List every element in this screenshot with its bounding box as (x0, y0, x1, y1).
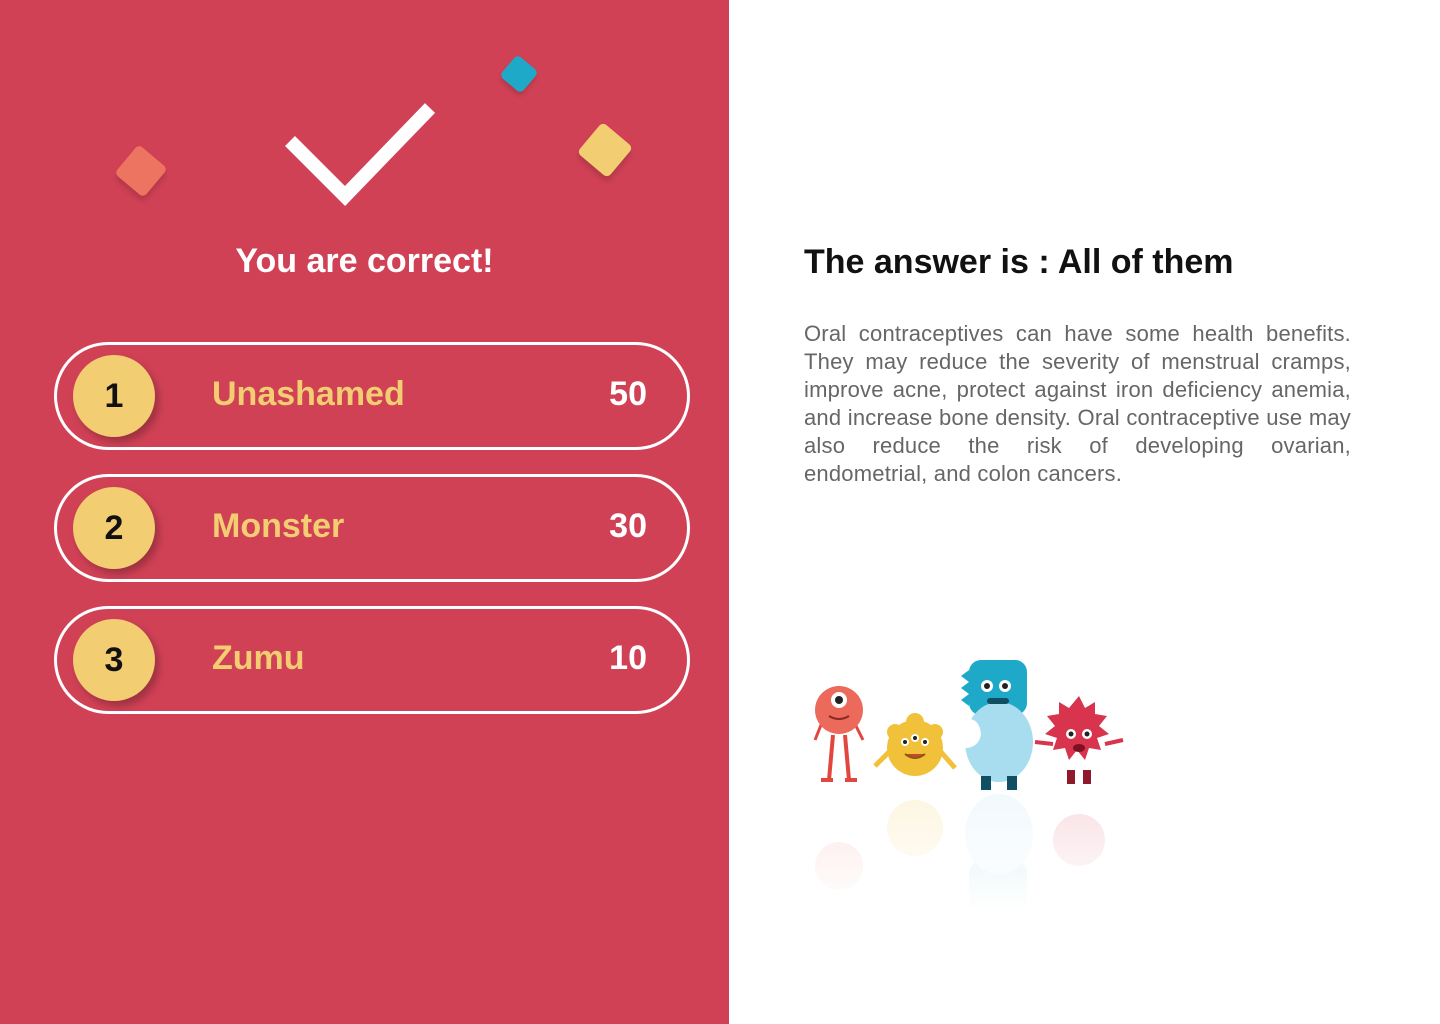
player-score: 30 (609, 507, 647, 545)
confetti-shape (499, 54, 539, 94)
red-monster (813, 686, 865, 782)
confetti-shape (114, 144, 168, 198)
rank-badge: 1 (73, 355, 155, 437)
answer-explanation: Oral contraceptives can have some health… (804, 321, 1351, 486)
leaderboard-row: 2 Monster 30 (54, 474, 690, 582)
leaderboard-row: 3 Zumu 10 (54, 606, 690, 714)
confetti-shape (576, 121, 634, 179)
player-name: Monster (212, 507, 345, 545)
leaderboard-row: 1 Unashamed 50 (54, 342, 690, 450)
player-score: 50 (609, 375, 647, 413)
rank-badge: 3 (73, 619, 155, 701)
leaderboard: 1 Unashamed 50 2 Monster 30 3 Zumu 10 (54, 342, 690, 738)
checkmark-icon (285, 103, 436, 206)
player-name: Unashamed (212, 375, 405, 413)
answer-title: The answer is : All of them (804, 243, 1234, 281)
blue-monster (959, 660, 1033, 790)
rank-badge: 2 (73, 487, 155, 569)
pink-monster (1034, 696, 1124, 784)
yellow-monster (873, 713, 957, 776)
answer-panel: The answer is : All of them Oral contrac… (729, 0, 1440, 1024)
result-title: You are correct! (235, 242, 494, 280)
player-name: Zumu (212, 639, 305, 677)
monsters-illustration (809, 660, 1129, 910)
monster-group (813, 660, 1124, 790)
result-panel: You are correct! 1 Unashamed 50 2 Monste… (0, 0, 729, 1024)
player-score: 10 (609, 639, 647, 677)
